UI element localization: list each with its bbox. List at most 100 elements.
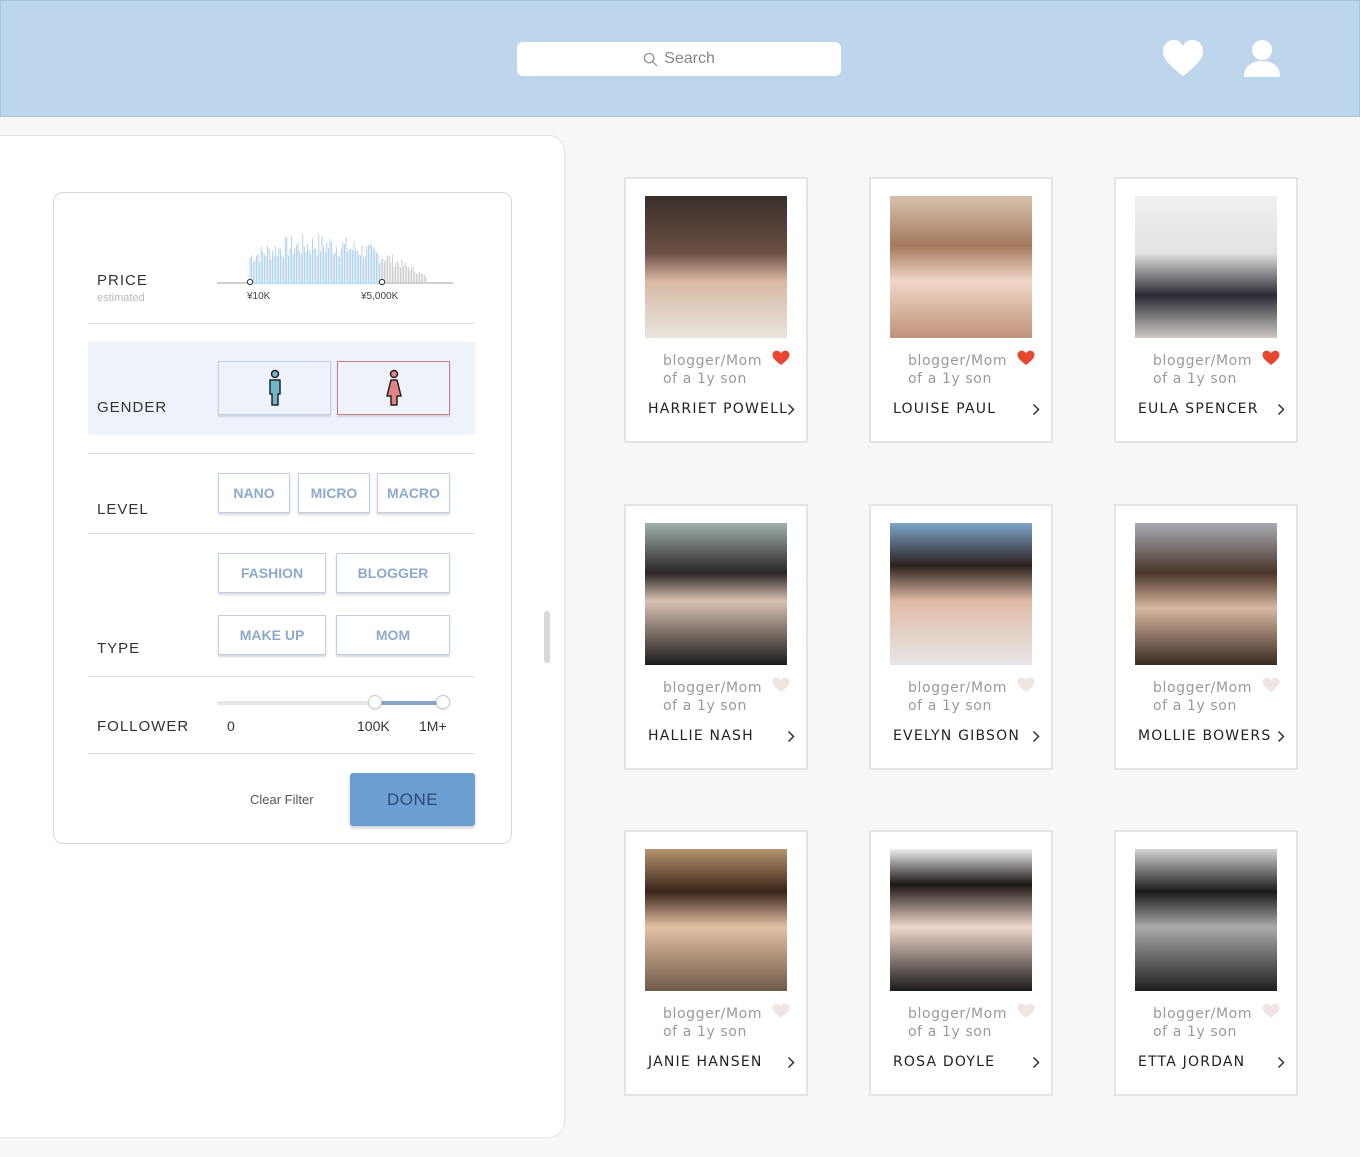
favorite-heart-icon[interactable] [1262,1003,1280,1019]
chevron-right-icon[interactable] [1277,403,1285,416]
description-line-1: blogger/Mom [908,680,1008,696]
follower-label: FOLLOWER [97,718,190,735]
influencer-photo [645,849,787,991]
influencer-description: blogger/Mom of a 1y son [1153,679,1252,715]
influencer-card[interactable]: blogger/Mom of a 1y son EVELYN GIBSON [869,504,1053,770]
type-fashion-chip[interactable]: FASHION [218,553,326,593]
favorite-heart-icon[interactable] [1017,350,1035,366]
influencer-description: blogger/Mom of a 1y son [1153,1005,1252,1041]
favorites-heart-icon[interactable] [1162,39,1204,79]
influencer-card[interactable]: blogger/Mom of a 1y son HALLIE NASH [624,504,808,770]
influencer-name: JANIE HANSEN [648,1054,763,1070]
done-button[interactable]: DONE [350,773,475,826]
influencer-photo [1135,196,1277,338]
description-line-2: of a 1y son [1153,698,1237,714]
description-line-1: blogger/Mom [908,1006,1008,1022]
influencer-name: EULA SPENCER [1138,401,1259,417]
follower-tick-0: 0 [227,718,235,734]
influencer-name: HARRIET POWELL [648,401,789,417]
description-line-1: blogger/Mom [663,680,763,696]
price-histogram[interactable] [217,228,453,286]
influencer-description: blogger/Mom of a 1y son [663,679,762,715]
divider [88,453,475,454]
follower-slider-min-handle[interactable] [368,695,382,709]
type-makeup-chip[interactable]: MAKE UP [218,615,326,655]
influencer-card[interactable]: blogger/Mom of a 1y son HARRIET POWELL [624,177,808,443]
chevron-right-icon[interactable] [1277,1056,1285,1069]
divider [88,533,475,534]
filter-card [53,192,512,844]
influencer-photo [890,849,1032,991]
chevron-right-icon[interactable] [787,730,795,743]
influencer-photo [890,523,1032,665]
level-label: LEVEL [97,501,149,518]
type-blogger-chip[interactable]: BLOGGER [336,553,450,593]
influencer-name: EVELYN GIBSON [893,728,1020,744]
follower-slider-range [375,701,443,705]
type-label: TYPE [97,640,141,657]
gender-male-button[interactable] [218,361,331,415]
panel-scrollbar[interactable] [544,611,550,663]
influencer-card[interactable]: blogger/Mom of a 1y son MOLLIE BOWERS [1114,504,1298,770]
description-line-2: of a 1y son [1153,1024,1237,1040]
type-mom-chip[interactable]: MOM [336,615,450,655]
influencer-description: blogger/Mom of a 1y son [908,352,1007,388]
influencer-photo [645,523,787,665]
search-placeholder: Search [664,50,715,67]
influencer-photo [645,196,787,338]
favorite-heart-icon[interactable] [1017,677,1035,693]
influencer-card[interactable]: blogger/Mom of a 1y son LOUISE PAUL [869,177,1053,443]
user-profile-icon[interactable] [1241,39,1283,79]
search-bar[interactable]: Search [517,42,841,76]
divider [88,753,475,754]
influencer-card[interactable]: blogger/Mom of a 1y son JANIE HANSEN [624,830,808,1096]
favorite-heart-icon[interactable] [1262,677,1280,693]
influencer-card[interactable]: blogger/Mom of a 1y son ROSA DOYLE [869,830,1053,1096]
top-header: Search [0,0,1360,117]
influencer-card[interactable]: blogger/Mom of a 1y son ETTA JORDAN [1114,830,1298,1096]
price-min-handle [246,278,254,286]
price-sublabel: estimated [97,292,145,304]
divider [88,323,475,324]
clear-filter-link[interactable]: Clear Filter [250,792,314,807]
follower-slider-max-handle[interactable] [436,695,450,709]
description-line-2: of a 1y son [663,698,747,714]
level-nano-chip[interactable]: NANO [218,473,290,513]
female-figure-icon [385,369,402,406]
chevron-right-icon[interactable] [1277,730,1285,743]
follower-tick-1m: 1M+ [419,718,447,734]
description-line-1: blogger/Mom [1153,1006,1253,1022]
favorite-heart-icon[interactable] [772,677,790,693]
favorite-heart-icon[interactable] [772,350,790,366]
chevron-right-icon[interactable] [1032,1056,1040,1069]
favorite-heart-icon[interactable] [1262,350,1280,366]
influencer-photo [890,196,1032,338]
favorite-heart-icon[interactable] [1017,1003,1035,1019]
influencer-name: ROSA DOYLE [893,1054,996,1070]
influencer-name: MOLLIE BOWERS [1138,728,1272,744]
chevron-right-icon[interactable] [787,1056,795,1069]
description-line-1: blogger/Mom [1153,680,1253,696]
search-icon [643,52,658,67]
gender-female-button[interactable] [337,361,450,415]
influencer-photo [1135,849,1277,991]
influencer-photo [1135,523,1277,665]
influencer-description: blogger/Mom of a 1y son [908,1005,1007,1041]
level-macro-chip[interactable]: MACRO [377,473,450,513]
favorite-heart-icon[interactable] [772,1003,790,1019]
description-line-2: of a 1y son [908,371,992,387]
chevron-right-icon[interactable] [787,403,795,416]
chevron-right-icon[interactable] [1032,403,1040,416]
influencer-description: blogger/Mom of a 1y son [663,1005,762,1041]
price-tick-max: ¥5,000K [361,291,399,302]
level-micro-chip[interactable]: MICRO [298,473,370,513]
influencer-card[interactable]: blogger/Mom of a 1y son EULA SPENCER [1114,177,1298,443]
gender-label: GENDER [97,399,168,416]
description-line-1: blogger/Mom [663,353,763,369]
chevron-right-icon[interactable] [1032,730,1040,743]
divider [88,676,475,677]
follower-tick-100k: 100K [357,718,390,734]
price-label: PRICE [97,272,148,289]
influencer-description: blogger/Mom of a 1y son [908,679,1007,715]
description-line-2: of a 1y son [908,698,992,714]
